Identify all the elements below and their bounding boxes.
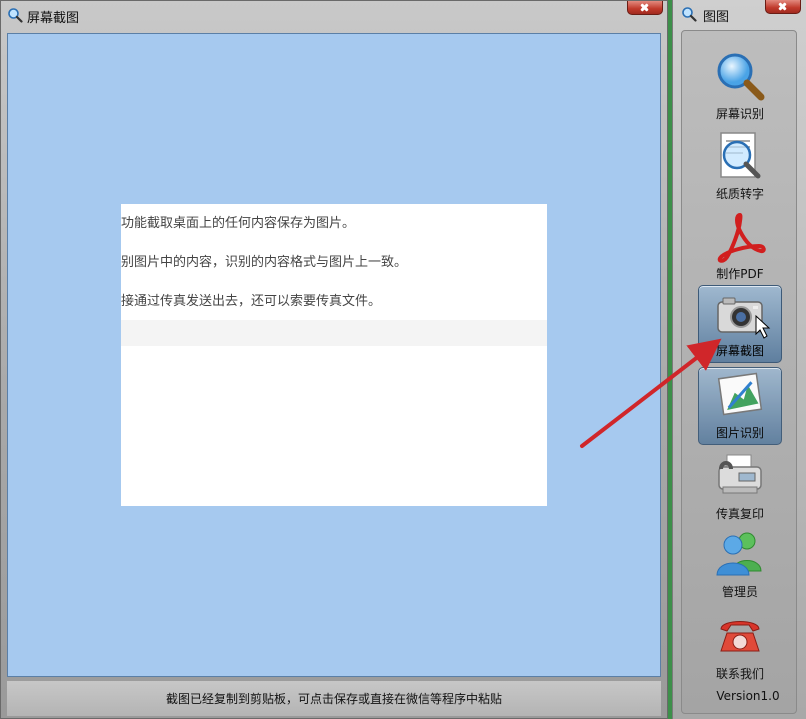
tool-screen-capture[interactable]: 屏幕截图 (698, 285, 782, 363)
camera-icon (717, 297, 763, 333)
capture-canvas[interactable]: 功能截取桌面上的任何内容保存为图片。 别图片中的内容，识别的内容格式与图片上一致… (7, 33, 661, 677)
tool-panel: 图图 屏幕识别 纸质转字 制作PDF 屏幕截图 图片识别 传真复印 管理员 联系… (672, 0, 806, 719)
tool-admin[interactable]: 管理员 (698, 527, 782, 605)
close-button[interactable] (627, 1, 663, 15)
picture-icon (717, 372, 763, 416)
fax-icon (718, 454, 762, 494)
document-scan-icon (720, 132, 761, 179)
tool-label: 传真复印 (715, 507, 764, 521)
magnifier-icon (8, 8, 23, 23)
captured-row-band (121, 320, 547, 346)
telephone-icon (720, 621, 760, 652)
tool-label: 管理员 (721, 585, 758, 599)
tool-label: 纸质转字 (715, 187, 764, 201)
tool-label: 屏幕截图 (715, 344, 764, 358)
version-label: Version1.0 (716, 689, 780, 703)
tool-label: 屏幕识别 (715, 107, 764, 121)
tool-paper-to-text[interactable]: 纸质转字 (698, 129, 782, 207)
tool-list: 屏幕识别 纸质转字 制作PDF 屏幕截图 图片识别 传真复印 管理员 联系我们 … (681, 30, 797, 714)
tool-screen-ocr[interactable]: 屏幕识别 (698, 49, 782, 127)
captured-image[interactable]: 功能截取桌面上的任何内容保存为图片。 别图片中的内容，识别的内容格式与图片上一致… (121, 204, 547, 506)
window-title: 屏幕截图 (27, 11, 80, 26)
tool-contact-us[interactable]: 联系我们 (698, 609, 782, 687)
status-bar: 截图已经复制到剪贴板，可点击保存或直接在微信等程序中粘贴 (7, 681, 661, 716)
tool-label: 制作PDF (716, 267, 764, 281)
tool-label: 联系我们 (715, 667, 764, 681)
pdf-icon (717, 213, 766, 263)
tool-fax-copy[interactable]: 传真复印 (698, 449, 782, 527)
tool-label: 图片识别 (715, 426, 764, 440)
panel-close-button[interactable] (765, 0, 801, 14)
captured-text-line: 功能截取桌面上的任何内容保存为图片。 (121, 216, 356, 231)
tool-make-pdf[interactable]: 制作PDF (698, 209, 782, 287)
magnifier-icon (717, 53, 765, 101)
users-icon (716, 532, 762, 576)
tool-picture-ocr[interactable]: 图片识别 (698, 367, 782, 445)
magnifier-icon (682, 7, 697, 22)
captured-text-line: 接通过传真发送出去，还可以索要传真文件。 (121, 294, 382, 309)
panel-title: 图图 (703, 10, 730, 25)
screen-capture-window: 屏幕截图 功能截取桌面上的任何内容保存为图片。 别图片中的内容，识别的内容格式与… (0, 0, 668, 719)
captured-text-line: 别图片中的内容，识别的内容格式与图片上一致。 (121, 255, 408, 270)
window-titlebar[interactable]: 屏幕截图 (1, 1, 667, 31)
